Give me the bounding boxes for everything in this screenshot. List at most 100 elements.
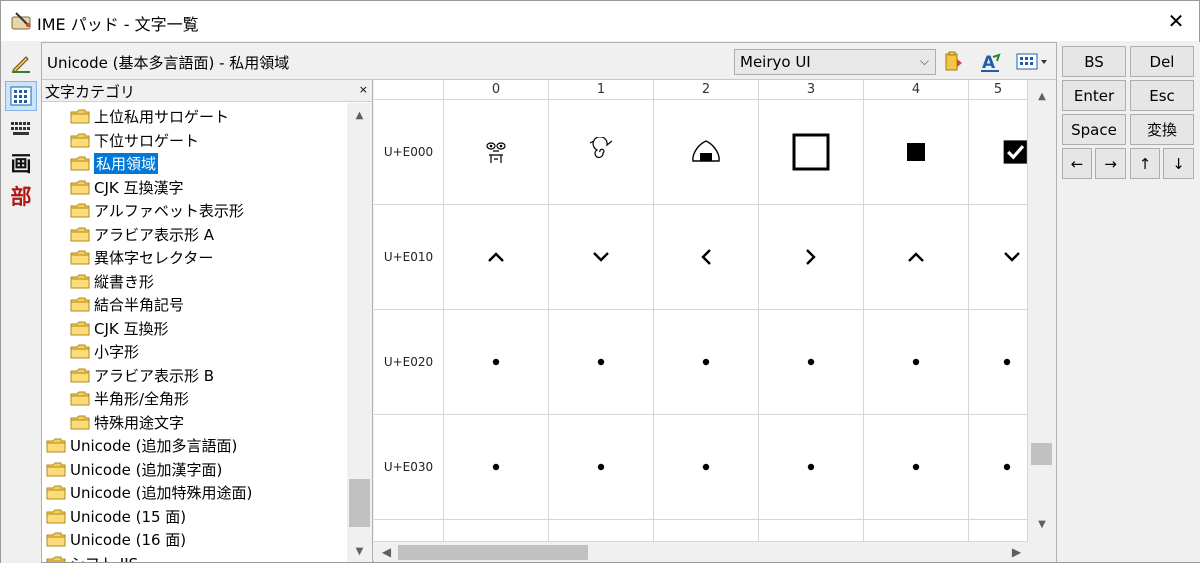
folder-icon bbox=[70, 180, 90, 194]
char-cell[interactable] bbox=[759, 100, 864, 205]
space-key[interactable]: Space bbox=[1062, 114, 1126, 145]
esc-key[interactable]: Esc bbox=[1130, 80, 1194, 111]
category-item-label: 上位私用サロゲート bbox=[94, 108, 230, 126]
char-cell[interactable] bbox=[864, 415, 969, 520]
char-cell[interactable] bbox=[969, 520, 1028, 542]
category-item[interactable]: Unicode (追加漢字面) bbox=[46, 458, 222, 481]
category-close-icon[interactable]: × bbox=[359, 83, 368, 96]
bullet-glyph-icon bbox=[597, 463, 605, 471]
char-cell[interactable] bbox=[549, 100, 654, 205]
char-list-button[interactable] bbox=[5, 81, 37, 111]
right-arrow-key[interactable]: → bbox=[1095, 148, 1126, 179]
empty-box-glyph-icon bbox=[792, 133, 830, 171]
char-cell[interactable] bbox=[654, 520, 759, 542]
del-key[interactable]: Del bbox=[1130, 46, 1194, 77]
char-cell[interactable] bbox=[654, 100, 759, 205]
char-cell[interactable] bbox=[969, 100, 1028, 205]
radical-button[interactable]: 部 bbox=[5, 181, 37, 211]
grid-scroll-up-icon[interactable]: ▲ bbox=[1028, 88, 1056, 105]
font-a-icon: A bbox=[981, 53, 1001, 73]
char-cell[interactable] bbox=[444, 310, 549, 415]
char-cell[interactable] bbox=[864, 205, 969, 310]
onigiri-glyph-icon bbox=[692, 140, 720, 162]
category-item[interactable]: CJK 互換形 bbox=[70, 317, 169, 340]
char-cell[interactable] bbox=[969, 310, 1028, 415]
enter-key[interactable]: Enter bbox=[1062, 80, 1126, 111]
radical-icon: 部 bbox=[10, 185, 32, 209]
category-item[interactable]: Unicode (追加特殊用途面) bbox=[46, 481, 252, 504]
left-arrow-key[interactable]: ← bbox=[1062, 148, 1092, 179]
convert-key[interactable]: 変換 bbox=[1130, 114, 1194, 145]
category-item[interactable]: 結合半角記号 bbox=[70, 293, 184, 316]
category-item[interactable]: 半角形/全角形 bbox=[70, 387, 189, 410]
category-item[interactable]: Unicode (16 面) bbox=[46, 528, 186, 551]
grid-scroll-down-icon[interactable]: ▼ bbox=[1028, 516, 1056, 533]
scroll-up-icon[interactable]: ▲ bbox=[347, 107, 372, 124]
category-item[interactable]: アラビア表示形 B bbox=[70, 364, 214, 387]
category-item[interactable]: アルファベット表示形 bbox=[70, 199, 244, 222]
bullet-glyph-icon bbox=[702, 358, 710, 366]
font-style-button[interactable]: A bbox=[976, 49, 1004, 75]
grid-scrollbar[interactable]: ▲ ▼ bbox=[1028, 80, 1056, 542]
char-cell[interactable] bbox=[759, 310, 864, 415]
char-cell[interactable] bbox=[654, 415, 759, 520]
category-item[interactable]: 下位サロゲート bbox=[70, 129, 199, 152]
category-item-label: CJK 互換形 bbox=[94, 319, 169, 338]
up-arrow-key[interactable]: ↑ bbox=[1130, 148, 1160, 179]
category-item[interactable]: Unicode (15 面) bbox=[46, 505, 186, 528]
chevron-up-glyph-icon bbox=[488, 252, 504, 262]
category-item[interactable]: 異体字セレクター bbox=[70, 246, 213, 269]
font-select[interactable]: Meiryo UI ⌵ bbox=[734, 49, 936, 75]
category-item[interactable]: 縦書き形 bbox=[70, 270, 154, 293]
char-cell[interactable] bbox=[759, 415, 864, 520]
char-cell[interactable] bbox=[759, 205, 864, 310]
key-panel: BS Del Enter Esc Space 変換 ← → ↑ ↓ bbox=[1059, 42, 1200, 562]
char-cell[interactable] bbox=[444, 205, 549, 310]
view-mode-button[interactable] bbox=[1014, 49, 1054, 75]
close-button[interactable]: ✕ bbox=[1153, 1, 1199, 41]
category-item[interactable]: 特殊用途文字 bbox=[70, 411, 184, 434]
category-item[interactable]: 小字形 bbox=[70, 340, 139, 363]
char-cell[interactable] bbox=[549, 415, 654, 520]
category-item[interactable]: Unicode (追加多言語面) bbox=[46, 434, 237, 457]
bs-key[interactable]: BS bbox=[1062, 46, 1126, 77]
category-item[interactable]: アラビア表示形 A bbox=[70, 223, 214, 246]
grid-hscroll-thumb[interactable] bbox=[398, 545, 588, 560]
category-item[interactable]: 私用領域 bbox=[70, 152, 159, 175]
category-item[interactable]: CJK 互換漢字 bbox=[70, 176, 184, 199]
folder-icon bbox=[46, 509, 66, 523]
char-cell[interactable] bbox=[759, 520, 864, 542]
grid-scroll-thumb[interactable] bbox=[1031, 443, 1052, 465]
scroll-right-icon[interactable]: ▶ bbox=[1008, 543, 1025, 561]
category-scroll-thumb[interactable] bbox=[349, 479, 370, 527]
char-cell[interactable] bbox=[444, 415, 549, 520]
soft-keyboard-button[interactable] bbox=[5, 114, 37, 144]
char-cell[interactable] bbox=[654, 310, 759, 415]
char-cell[interactable] bbox=[549, 310, 654, 415]
category-scrollbar[interactable]: ▲ ▼ bbox=[347, 103, 372, 562]
char-cell[interactable] bbox=[549, 205, 654, 310]
char-cell[interactable] bbox=[549, 520, 654, 542]
scroll-left-icon[interactable]: ◀ bbox=[378, 543, 395, 561]
stroke-count-button[interactable]: 画 bbox=[5, 148, 37, 178]
down-arrow-key[interactable]: ↓ bbox=[1163, 148, 1194, 179]
ime-pad-window: IME パッド - 文字一覧 ✕ 画 部 Unicode (基本多言語面) - … bbox=[0, 0, 1200, 563]
row-header: U+E010 bbox=[374, 205, 444, 310]
keyboard-icon bbox=[11, 122, 30, 135]
browse-font-button[interactable] bbox=[940, 49, 968, 75]
handwriting-button[interactable] bbox=[5, 48, 37, 78]
folder-icon bbox=[70, 250, 90, 265]
grid-horizontal-scrollbar[interactable]: ◀ ▶ bbox=[374, 542, 1056, 562]
char-cell[interactable] bbox=[654, 205, 759, 310]
char-cell[interactable] bbox=[444, 100, 549, 205]
char-cell[interactable] bbox=[969, 205, 1028, 310]
char-cell[interactable] bbox=[444, 520, 549, 542]
char-cell[interactable] bbox=[864, 520, 969, 542]
char-cell[interactable] bbox=[969, 415, 1028, 520]
scroll-down-icon[interactable]: ▼ bbox=[347, 543, 372, 560]
category-item[interactable]: シフト JIS bbox=[46, 552, 138, 562]
category-item[interactable]: 上位私用サロゲート bbox=[70, 105, 229, 128]
char-cell[interactable] bbox=[864, 310, 969, 415]
char-cell[interactable] bbox=[864, 100, 969, 205]
folder-icon bbox=[70, 344, 90, 359]
